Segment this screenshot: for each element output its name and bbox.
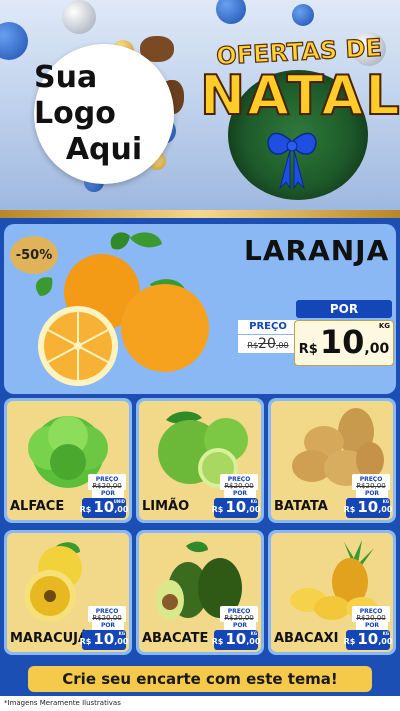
currency: R$ (79, 505, 92, 514)
por-label: POR (92, 622, 124, 630)
divider-gold (0, 210, 400, 218)
old-price: R$20,00 (220, 482, 258, 490)
product-card[interactable]: ABACATE PREÇO R$20,00 POR R$ 10,00 KG (136, 530, 264, 655)
old-price-dec: ,00 (275, 341, 289, 350)
featured-price-tag: POR PREÇO R$ 20 ,00 R$ 10 ,00 KG (236, 300, 394, 370)
price-dec: ,00 (378, 637, 393, 646)
product-card[interactable]: ALFACE PREÇO R$20,00 POR R$ 10,00 UNID (4, 398, 132, 523)
por-label: POR (356, 490, 388, 498)
unit-label: KG (118, 631, 125, 636)
currency: R$ (211, 505, 224, 514)
currency: R$ (211, 637, 224, 646)
ornament-blue-icon (216, 0, 246, 24)
unit-label: KG (382, 499, 389, 504)
product-card[interactable]: MARACUJÁ PREÇO R$20,00 POR R$ 10,00 KG (4, 530, 132, 655)
old-price: R$20,00 (352, 614, 390, 622)
ornament-blue-icon (292, 4, 314, 26)
logo-placeholder[interactable]: Sua Logo Aqui (34, 44, 174, 184)
bow-icon (267, 132, 317, 190)
product-name: ABACAXI (274, 631, 339, 646)
title-natal: NATAL (199, 63, 400, 128)
logo-line-1: Sua Logo (34, 60, 116, 131)
currency: R$ (298, 342, 318, 357)
price-dec: ,00 (246, 637, 261, 646)
por-label: POR (224, 622, 256, 630)
price-dec: ,00 (378, 505, 393, 514)
currency: R$ (343, 505, 356, 514)
product-name: ALFACE (10, 499, 65, 514)
old-price: R$ 20 ,00 (238, 335, 298, 353)
ornament-silver-icon (62, 0, 96, 34)
price-dec: ,00 (114, 637, 129, 646)
price-int: 10 (93, 498, 115, 516)
preco-label: PREÇO (238, 320, 298, 334)
unit-label: KG (250, 499, 257, 504)
por-label: POR (224, 490, 256, 498)
product-name: ABACATE (142, 631, 209, 646)
footer-note: *Imagens Meramente Ilustrativas (4, 699, 121, 707)
price-dec: ,00 (364, 341, 390, 357)
product-card[interactable]: BATATA PREÇO R$20,00 POR R$ 10,00 KG (268, 398, 396, 523)
old-price: R$20,00 (352, 482, 390, 490)
featured-product-name: LARANJA (244, 234, 390, 267)
unit-label: KG (250, 631, 257, 636)
old-price: R$20,00 (88, 482, 126, 490)
price-int: 10 (225, 630, 247, 648)
old-price: R$20,00 (220, 614, 258, 622)
price-dec: ,00 (114, 505, 129, 514)
unit-label: UNID (113, 499, 125, 504)
unit-label: KG (378, 322, 390, 330)
price-int: 10 (357, 630, 379, 648)
old-price-currency: R$ (247, 341, 259, 350)
header-banner: Sua Logo Aqui OFERTAS DE NATAL (0, 0, 400, 210)
price-int: 10 (357, 498, 379, 516)
por-label: POR (296, 300, 392, 318)
cta-banner[interactable]: Crie seu encarte com este tema! (28, 666, 372, 692)
product-name: LIMÃO (142, 499, 190, 514)
ornament-blue-icon (0, 22, 28, 60)
product-card[interactable]: LIMÃO PREÇO R$20,00 POR R$ 10,00 KG (136, 398, 264, 523)
orange-icon (35, 232, 209, 386)
por-label: POR (356, 622, 388, 630)
price-dec: ,00 (246, 505, 261, 514)
price-int: 10 (225, 498, 247, 516)
currency: R$ (79, 637, 92, 646)
unit-label: KG (382, 631, 389, 636)
old-price: R$20,00 (88, 614, 126, 622)
old-price-int: 20 (258, 336, 276, 352)
product-name: MARACUJÁ (10, 631, 89, 646)
price-int: 10 (93, 630, 115, 648)
product-card[interactable]: ABACAXI PREÇO R$20,00 POR R$ 10,00 KG (268, 530, 396, 655)
price-int: 10 (319, 323, 365, 361)
logo-line-2: Aqui (65, 132, 143, 167)
currency: R$ (343, 637, 356, 646)
product-name: BATATA (274, 499, 328, 514)
por-label: POR (92, 490, 124, 498)
